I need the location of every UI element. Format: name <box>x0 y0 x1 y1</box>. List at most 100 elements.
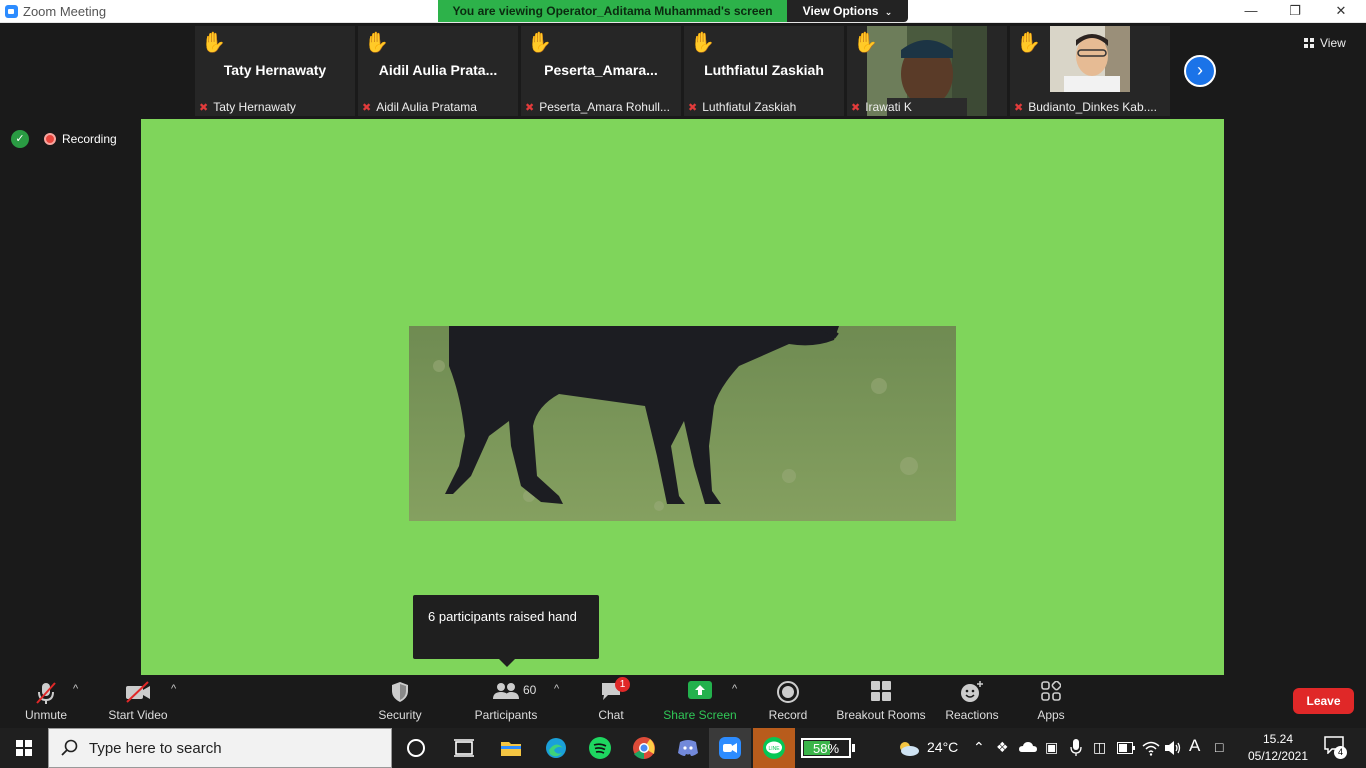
battery-tray-icon[interactable] <box>1117 742 1135 754</box>
edge-browser-icon[interactable] <box>544 736 568 760</box>
video-options-caret-icon[interactable]: ^ <box>171 683 176 695</box>
record-dot-icon <box>44 133 56 145</box>
share-screen-label: Share Screen <box>663 708 737 722</box>
raised-hand-icon: ✋ <box>690 32 715 54</box>
unmute-label: Unmute <box>24 708 68 722</box>
apps-icon <box>1041 681 1061 701</box>
chevron-right-icon: › <box>1197 60 1203 80</box>
view-options-label: View Options <box>802 4 879 18</box>
participants-button[interactable]: 60 Participants <box>470 675 542 728</box>
participant-label: ✖ Budianto_Dinkes Kab.... <box>1014 100 1168 114</box>
participant-label: ✖ Aidil Aulia Pratama <box>362 100 516 114</box>
share-options-caret-icon[interactable]: ^ <box>732 683 737 695</box>
raised-hand-icon: ✋ <box>201 32 226 54</box>
chat-button[interactable]: 1 Chat <box>588 675 634 728</box>
audio-options-caret-icon[interactable]: ^ <box>73 683 78 695</box>
security-button[interactable]: Security <box>370 675 430 728</box>
file-explorer-icon[interactable] <box>499 736 523 760</box>
raised-hand-icon: ✋ <box>853 32 878 54</box>
shared-photo <box>409 326 956 521</box>
participant-display-name: Peserta_Amara... <box>544 62 658 78</box>
close-button[interactable]: ✕ <box>1318 0 1364 23</box>
windows-start-icon[interactable] <box>0 728 48 768</box>
security-label: Security <box>378 708 422 722</box>
recording-indicator[interactable]: Recording <box>44 131 117 147</box>
search-placeholder: Type here to search <box>89 740 222 757</box>
view-label: View <box>1320 36 1346 50</box>
shield-icon <box>392 682 408 702</box>
minimize-button[interactable]: — <box>1228 0 1274 23</box>
line-taskbar-button[interactable]: LINE <box>753 728 795 768</box>
participant-tile[interactable]: ✋ Taty Hernawaty ✖ Taty Hernawaty <box>195 26 355 116</box>
participant-label: ✖ Peserta_Amara Rohull... <box>525 100 679 114</box>
svg-text:LINE: LINE <box>768 746 780 752</box>
ime-tray-icon[interactable]: □ <box>1215 739 1223 755</box>
display-tray-icon[interactable]: ◫ <box>1093 739 1106 756</box>
mic-muted-icon: ✖ <box>851 102 861 114</box>
participant-label: ✖ Luthfiatul Zaskiah <box>688 100 842 114</box>
discord-icon[interactable] <box>676 736 700 760</box>
encryption-shield-icon[interactable]: ✓ <box>11 130 29 148</box>
zoom-app-icon <box>5 5 18 18</box>
volume-icon[interactable] <box>1164 740 1182 756</box>
participant-display-name: Taty Hernawaty <box>223 62 327 78</box>
cortana-icon[interactable] <box>404 736 428 760</box>
clock-time: 15.24 <box>1262 732 1294 746</box>
spotify-icon[interactable] <box>588 736 612 760</box>
battery-percent: 58% <box>812 741 840 756</box>
start-video-button[interactable]: Start Video <box>104 675 172 728</box>
participants-options-caret-icon[interactable]: ^ <box>554 683 559 695</box>
show-hidden-icons-chevron-icon[interactable]: ⌃ <box>973 739 985 756</box>
participant-tile[interactable]: ✋ Aidil Aulia Prata... ✖ Aidil Aulia Prat… <box>358 26 518 116</box>
search-icon <box>61 739 78 756</box>
taskbar-search-input[interactable]: Type here to search <box>48 728 392 768</box>
participant-label: ✖ Taty Hernawaty <box>199 100 353 114</box>
raised-hand-icon: ✋ <box>527 32 552 54</box>
breakout-rooms-button[interactable]: Breakout Rooms <box>836 675 926 728</box>
next-page-button[interactable]: › <box>1184 55 1216 87</box>
participant-name: Luthfiatul Zaskiah <box>702 100 797 114</box>
battery-indicator[interactable]: 58% <box>801 738 855 758</box>
window-title: Zoom Meeting <box>23 4 107 19</box>
participant-name: Peserta_Amara Rohull... <box>539 100 670 114</box>
participant-tile[interactable]: ✋ Peserta_Amara... ✖ Peserta_Amara Rohull… <box>521 26 681 116</box>
zoom-taskbar-button[interactable] <box>709 728 751 768</box>
participant-tile[interactable]: ✋ ✖ Irawati K <box>847 26 1007 116</box>
windows-taskbar: Type here to search LINE 58% 24°C ⌃ ❖ ▣ … <box>0 728 1366 768</box>
start-video-label: Start Video <box>108 708 168 722</box>
apps-label: Apps <box>1037 708 1065 722</box>
unmute-button[interactable]: Unmute <box>14 675 78 728</box>
zoom-icon <box>719 737 741 759</box>
participant-tile[interactable]: ✋ ✖ Budianto_Dinkes Kab.... <box>1010 26 1170 116</box>
participant-video <box>1050 26 1130 92</box>
camera-tray-icon[interactable]: ▣ <box>1045 739 1058 756</box>
microphone-tray-icon[interactable] <box>1070 739 1082 757</box>
participant-display-name: Aidil Aulia Prata... <box>378 62 498 78</box>
share-screen-button[interactable]: Share Screen <box>660 675 740 728</box>
notification-count-badge: 4 <box>1334 746 1347 759</box>
taskbar-clock[interactable]: 15.24 05/12/2021 <box>1240 731 1316 765</box>
action-center-button[interactable]: 4 <box>1324 736 1348 760</box>
record-button[interactable]: Record <box>762 675 814 728</box>
onedrive-icon[interactable] <box>1019 741 1037 753</box>
view-layout-button[interactable]: View <box>1304 33 1356 53</box>
restore-button[interactable]: ❐ <box>1272 0 1318 23</box>
apps-button[interactable]: Apps <box>1030 675 1072 728</box>
task-view-icon[interactable] <box>452 736 476 760</box>
participant-tile[interactable]: ✋ Luthfiatul Zaskiah ✖ Luthfiatul Zaskiah <box>684 26 844 116</box>
microphone-muted-icon <box>36 682 56 704</box>
weather-temperature[interactable]: 24°C <box>927 739 958 755</box>
emoji-icon <box>961 681 983 702</box>
reactions-button[interactable]: Reactions <box>942 675 1002 728</box>
leave-meeting-button[interactable]: Leave <box>1293 688 1354 714</box>
input-language-indicator[interactable]: A <box>1189 736 1200 756</box>
chrome-icon[interactable] <box>632 736 656 760</box>
weather-icon[interactable] <box>896 738 920 758</box>
dropbox-icon[interactable]: ❖ <box>996 739 1009 756</box>
raised-hand-icon: ✋ <box>1016 32 1041 54</box>
wifi-icon[interactable] <box>1142 740 1160 756</box>
mic-muted-icon: ✖ <box>688 102 698 114</box>
record-label: Record <box>768 708 808 722</box>
mic-muted-icon: ✖ <box>525 102 535 114</box>
view-options-button[interactable]: View Options ⌄ <box>787 0 908 22</box>
